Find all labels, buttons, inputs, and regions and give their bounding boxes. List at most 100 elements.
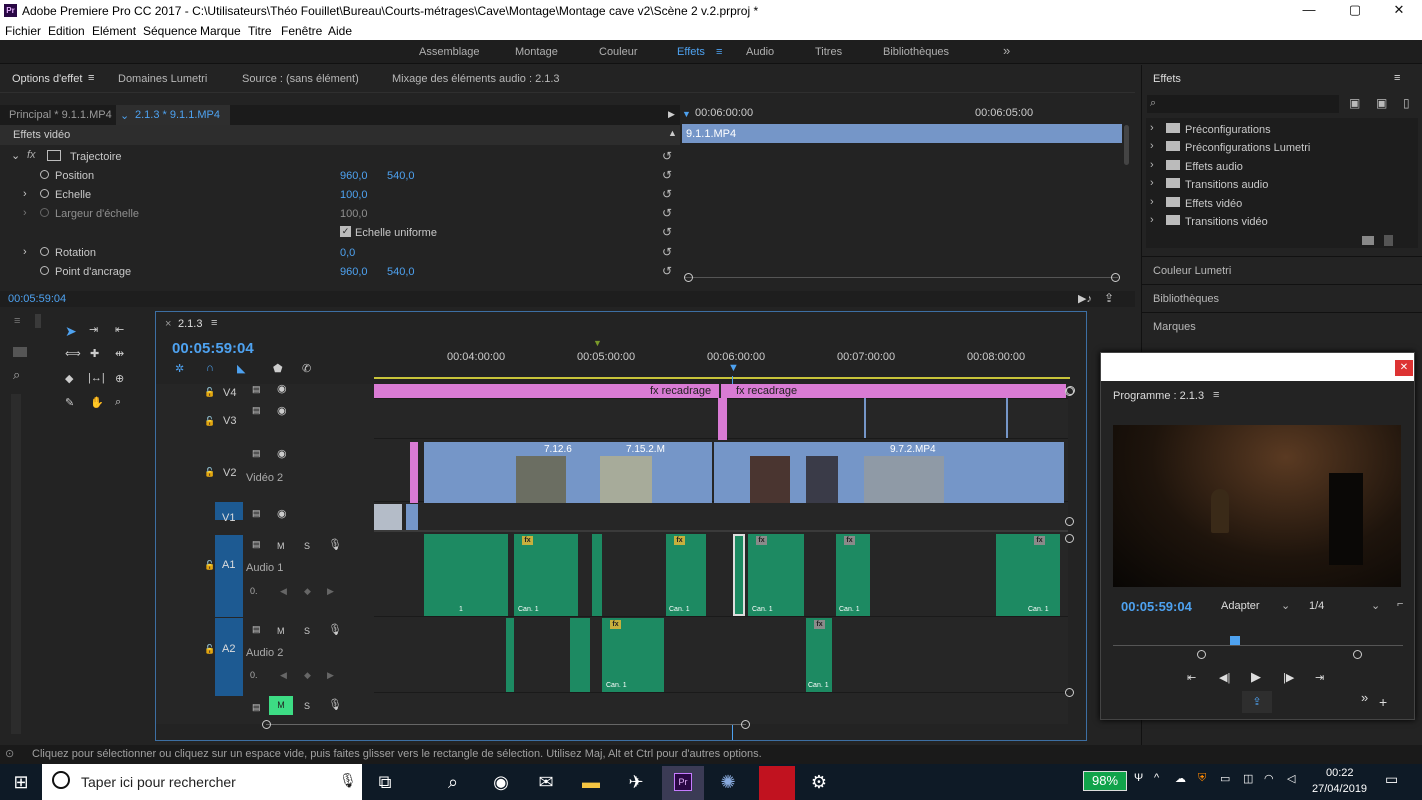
next-keyframe-icon[interactable]: ▶ [327, 670, 334, 681]
chevron-right-icon[interactable]: › [23, 188, 27, 200]
reset-icon[interactable]: ↺ [662, 187, 672, 201]
collapsed-panel-bibliotheques[interactable]: Bibliothèques [1142, 284, 1422, 311]
marker-icon[interactable]: ▼ [593, 338, 602, 348]
sync-icon[interactable]: ▤ [252, 448, 261, 459]
video-clip[interactable] [406, 504, 418, 530]
program-scrubber[interactable] [1113, 645, 1403, 646]
panel-menu-icon[interactable]: ≡ [88, 72, 94, 84]
ripple-edit-icon[interactable]: ⟺ [65, 347, 81, 360]
playhead-icon[interactable]: ▼ [682, 109, 691, 119]
solo-button[interactable]: S [304, 541, 310, 551]
track-volume[interactable]: 0. [250, 586, 258, 596]
next-keyframe-icon[interactable]: ▶ [327, 586, 334, 597]
panel-menu-icon[interactable]: ≡ [14, 315, 20, 327]
export-icon[interactable]: ⇪ [1104, 291, 1114, 305]
tab-mixage-audio[interactable]: Mixage des éléments audio : 2.1.3 [392, 73, 560, 85]
audio-clip[interactable] [592, 534, 602, 616]
rolling-edit-icon[interactable]: ✚ [90, 347, 99, 360]
menu-aide[interactable]: Aide [328, 24, 352, 38]
tab-source[interactable]: Source : (sans élément) [242, 73, 359, 85]
close-button[interactable]: ✕ [1395, 360, 1413, 376]
mic-icon[interactable]: 🎙 [339, 772, 357, 789]
add-button-icon[interactable]: + [1379, 694, 1387, 710]
adjustment-clip[interactable]: fx recadrage [721, 384, 1066, 398]
stopwatch-icon[interactable] [40, 170, 49, 179]
rotation-value[interactable]: 0,0 [340, 247, 355, 259]
audio-clip[interactable]: fx Can. 1 [666, 534, 706, 616]
snap-icon[interactable]: ✲ [175, 362, 184, 375]
a-scroll-handle[interactable] [1065, 534, 1074, 543]
sequence-tab[interactable]: 2.1.3 [178, 318, 202, 330]
track-volume[interactable]: 0. [250, 670, 258, 680]
quality-dropdown[interactable]: 1/4 [1309, 600, 1324, 612]
volume-icon[interactable]: ◁ [1287, 772, 1295, 785]
anchor-x-value[interactable]: 960,0 [340, 266, 368, 278]
track-select-back-icon[interactable]: ⇤ [115, 323, 124, 336]
taskbar-search[interactable]: Taper ici pour rechercher 🎙 [42, 764, 362, 800]
workspace-couleur[interactable]: Couleur [599, 46, 638, 58]
project-icon[interactable] [13, 347, 27, 357]
lock-icon[interactable]: 🔓 [204, 560, 215, 571]
close-tab-icon[interactable]: × [165, 318, 171, 330]
adjustment-clip[interactable]: fx recadrage [374, 384, 719, 398]
close-button[interactable]: ✕ [1376, 2, 1422, 18]
new-bin-icon[interactable] [1362, 236, 1374, 245]
play-icon[interactable]: ▶ [1251, 669, 1261, 685]
track-v2-label[interactable]: V2 [223, 467, 236, 479]
fx-icon[interactable]: fx [27, 149, 36, 161]
h-scroll-handle[interactable] [262, 720, 271, 729]
audio-clip[interactable]: fx Can. 1 [836, 534, 870, 616]
selection-tool-icon[interactable]: ➤ [65, 323, 77, 340]
position-x-value[interactable]: 960,0 [340, 170, 368, 182]
audio-clip[interactable]: fx Can. 1 [602, 618, 664, 692]
hand-icon[interactable]: ✋ [90, 396, 104, 409]
effect-row-trajectoire[interactable]: ⌄ fx Trajectoire ↺ [0, 147, 680, 166]
audio-clip[interactable]: fx Can. 1 [996, 534, 1060, 616]
eye-icon[interactable]: ◉ [277, 447, 287, 460]
ec-time-ruler[interactable]: ▼ 00:06:00:00 00:06:05:00 [682, 105, 1124, 125]
workspace-titres[interactable]: Titres [815, 46, 842, 58]
tree-item-transitions-video[interactable]: › Transitions vidéo [1146, 213, 1416, 230]
linked-selection-icon[interactable]: ∩ [206, 362, 214, 374]
work-area-bar[interactable] [374, 377, 1070, 379]
program-timecode[interactable]: 00:05:59:04 [1121, 599, 1192, 614]
chevron-right-icon[interactable]: › [23, 246, 27, 258]
collapsed-panel-couleur-lumetri[interactable]: Couleur Lumetri [1142, 256, 1422, 283]
file-explorer-icon[interactable]: ▬ [576, 769, 606, 795]
tab-domaines-lumetri[interactable]: Domaines Lumetri [118, 73, 207, 85]
audio-clip[interactable]: fx Can. 1 [806, 618, 832, 692]
zoom-handle-right[interactable] [1353, 650, 1362, 659]
source-patch-v1[interactable]: V1 [215, 502, 243, 524]
play-only-audio-icon[interactable]: ▶ [668, 109, 675, 120]
workspace-bibliotheques[interactable]: Bibliothèques [883, 46, 949, 58]
menu-sequence[interactable]: Séquence [143, 24, 197, 38]
stopwatch-icon[interactable] [40, 266, 49, 275]
time-ruler[interactable]: 00:04:00:00 00:05:00:00 00:06:00:00 00:0… [374, 332, 1070, 380]
menu-fenetre[interactable]: Fenêtre [281, 24, 322, 38]
slide-tool-icon[interactable]: ⊕ [115, 372, 124, 385]
add-keyframe-icon[interactable]: ◆ [304, 586, 311, 597]
h-scroll-handle[interactable] [741, 720, 750, 729]
reset-icon[interactable]: ↺ [662, 149, 672, 163]
scale-value[interactable]: 100,0 [340, 189, 368, 201]
audio-clip[interactable] [570, 618, 590, 692]
battery-icon[interactable]: ▭ [1220, 772, 1230, 785]
stopwatch-icon[interactable] [40, 189, 49, 198]
clock-date[interactable]: 27/04/2019 [1312, 783, 1367, 795]
menu-titre[interactable]: Titre [248, 24, 272, 38]
collapsed-panel-marques[interactable]: Marques [1142, 312, 1422, 339]
premiere-taskbar-button[interactable]: Pr [662, 766, 704, 800]
track-select-tool-icon[interactable]: ⇥ [89, 323, 98, 336]
go-to-out-icon[interactable]: ⇥ [1315, 671, 1324, 684]
sync-icon[interactable]: ▤ [252, 539, 261, 550]
ec-scrollbar[interactable] [1124, 125, 1129, 165]
chevron-down-icon[interactable]: ⌄ [11, 149, 20, 162]
cloud-icon[interactable]: ☁ [1175, 772, 1186, 785]
sync-icon[interactable]: ▤ [252, 405, 261, 416]
search-icon[interactable]: ⌕ [13, 367, 20, 383]
zoom-icon[interactable]: ⌕ [115, 396, 121, 409]
tree-item-effets-video[interactable]: › Effets vidéo [1146, 195, 1416, 212]
lock-icon[interactable]: 🔓 [204, 416, 215, 427]
step-forward-icon[interactable]: |▶ [1283, 671, 1294, 684]
lock-icon[interactable]: 🔓 [204, 644, 215, 655]
